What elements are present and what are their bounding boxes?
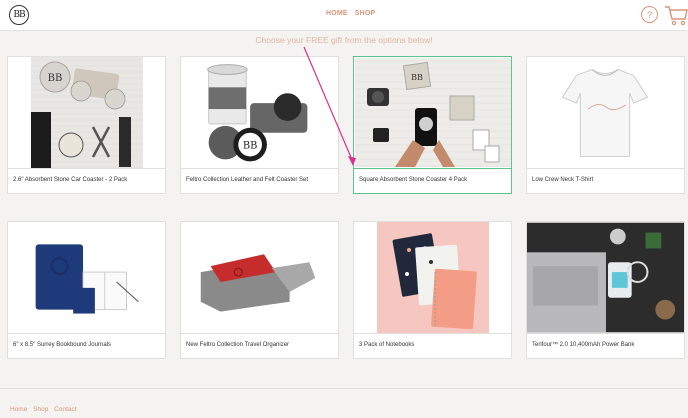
product-card-tshirt[interactable]: Low Crew Neck T-Shirt: [526, 56, 685, 194]
site-header: BB HOME SHOP ?: [0, 0, 688, 31]
product-card-power-bank[interactable]: Tenfour™ 2.0 10,400mAh Power Bank: [526, 221, 685, 359]
product-image: [8, 222, 165, 333]
top-nav: HOME SHOP: [326, 10, 380, 17]
product-image: [354, 222, 511, 333]
product-name: New Feltro Collection Travel Organizer: [181, 333, 338, 360]
svg-text:BB: BB: [243, 141, 258, 152]
product-name: Low Crew Neck T-Shirt: [527, 168, 684, 195]
product-name: Tenfour™ 2.0 10,400mAh Power Bank: [527, 333, 684, 360]
product-card-surrey-journals[interactable]: 6" x 8.5" Surrey Bookbound Journals: [7, 221, 166, 359]
svg-text:BB: BB: [47, 73, 62, 84]
product-image: BB: [354, 57, 511, 168]
footer-contact-link[interactable]: Contact: [54, 406, 76, 413]
product-card-feltro-coaster-set[interactable]: BB Feltro Collection Leather and Felt Co…: [180, 56, 339, 194]
footer-home-link[interactable]: Home: [10, 406, 27, 413]
site-footer: Home Shop Contact: [0, 388, 688, 418]
gift-instructions: Choose your FREE gift from the options b…: [255, 35, 433, 45]
product-image: BB: [181, 57, 338, 168]
product-card-square-coaster[interactable]: BB Square Absorbent Stone Coaster 4 Pack: [353, 56, 512, 194]
product-name: 6" x 8.5" Surrey Bookbound Journals: [8, 333, 165, 360]
nav-shop-link[interactable]: SHOP: [355, 10, 376, 17]
svg-text:BB: BB: [411, 73, 423, 82]
brand-logo[interactable]: BB: [9, 5, 29, 25]
product-image: BB: [8, 57, 165, 168]
product-image: [181, 222, 338, 333]
product-image: [527, 222, 684, 333]
product-name: 2.6" Absorbent Stone Car Coaster - 2 Pac…: [8, 168, 165, 195]
product-name: Feltro Collection Leather and Felt Coast…: [181, 168, 338, 195]
product-card-travel-organizer[interactable]: New Feltro Collection Travel Organizer: [180, 221, 339, 359]
cart-icon[interactable]: [664, 4, 688, 26]
nav-home-link[interactable]: HOME: [326, 10, 348, 17]
product-name: Square Absorbent Stone Coaster 4 Pack: [354, 168, 511, 195]
product-image: [527, 57, 684, 168]
product-card-notebooks[interactable]: 3 Pack of Notebooks: [353, 221, 512, 359]
help-icon[interactable]: ?: [641, 6, 658, 23]
footer-nav: Home Shop Contact: [10, 406, 81, 413]
product-name: 3 Pack of Notebooks: [354, 333, 511, 360]
footer-shop-link[interactable]: Shop: [33, 406, 48, 413]
product-card-car-coaster[interactable]: BB 2.6" Absorbent Stone Car Coaster - 2 …: [7, 56, 166, 194]
